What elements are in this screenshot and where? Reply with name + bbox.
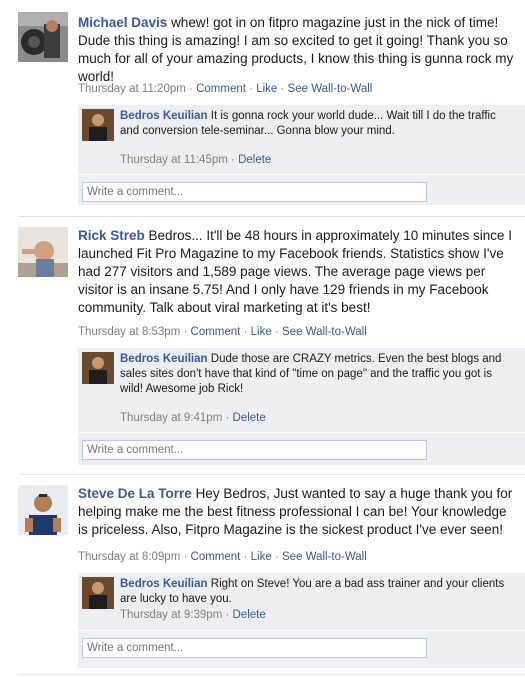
like-link[interactable]: Like [256,83,277,95]
divider [18,474,525,475]
separator: · [243,551,248,563]
comment-input[interactable]: Write a comment... [82,182,427,202]
avatar[interactable] [18,12,68,62]
post-timestamp: Thursday at 8:09pm [78,551,181,563]
delete-link[interactable]: Delete [238,154,271,166]
divider [78,432,525,433]
post-text: Rick Streb Bedros... It'll be 48 hours i… [78,227,518,317]
comment-input[interactable]: Write a comment... [82,638,427,658]
post-timestamp: Thursday at 11:20pm [78,83,186,95]
reply-author[interactable]: Bedros Keuilian [120,353,208,365]
post-author[interactable]: Steve De La Torre [78,486,192,501]
post-text: Steve De La Torre Hey Bedros, Just wante… [78,485,518,539]
reply-text: Bedros Keuilian It is gonna rock your wo… [120,109,514,139]
reply-author[interactable]: Bedros Keuilian [120,578,208,590]
separator: · [183,326,188,338]
comment-link[interactable]: Comment [191,551,241,563]
commenter-avatar[interactable] [82,352,114,384]
comment-link[interactable]: Comment [191,326,241,338]
reply-meta: Thursday at 9:39pm · Delete [120,609,266,621]
separator: · [274,326,279,338]
separator: · [189,83,193,95]
reply-text: Bedros Keuilian Right on Steve! You are … [120,577,514,607]
post-meta: Thursday at 11:20pm · Comment · Like · S… [78,83,372,95]
wall-to-wall-link[interactable]: See Wall-to-Wall [288,83,373,95]
reply-author[interactable]: Bedros Keuilian [120,110,208,122]
comment-section: Bedros Keuilian Dude those are CRAZY met… [78,348,525,465]
post-author[interactable]: Rick Streb [78,228,145,243]
separator: · [231,154,235,166]
avatar[interactable] [18,227,68,277]
separator: · [243,326,248,338]
reply-timestamp: Thursday at 9:39pm [120,609,223,621]
wall-to-wall-link[interactable]: See Wall-to-Wall [282,326,367,338]
post-meta: Thursday at 8:53pm · Comment · Like · Se… [78,326,367,338]
separator: · [225,412,230,424]
like-link[interactable]: Like [251,551,272,563]
post-text: Michael Davis whew! got in on fitpro mag… [78,14,518,86]
divider [18,216,525,217]
comment-section: Bedros Keuilian Right on Steve! You are … [78,573,525,668]
reply-timestamp: Thursday at 11:45pm [120,154,228,166]
separator: · [183,551,188,563]
like-link[interactable]: Like [251,326,272,338]
reply-meta: Thursday at 9:41pm · Delete [120,412,266,424]
separator: · [249,83,253,95]
comment-link[interactable]: Comment [196,83,246,95]
separator: · [225,609,230,621]
reply-meta: Thursday at 11:45pm · Delete [120,154,271,166]
post-author[interactable]: Michael Davis [78,15,167,30]
delete-link[interactable]: Delete [233,609,266,621]
post-meta: Thursday at 8:09pm · Comment · Like · Se… [78,551,367,563]
comment-input[interactable]: Write a comment... [82,440,427,460]
divider [78,174,525,175]
separator: · [274,551,279,563]
post-timestamp: Thursday at 8:53pm [78,326,181,338]
commenter-avatar[interactable] [82,109,114,141]
divider [78,630,525,631]
reply-timestamp: Thursday at 9:41pm [120,412,223,424]
divider [18,674,525,675]
delete-link[interactable]: Delete [233,412,266,424]
reply-text: Bedros Keuilian Dude those are CRAZY met… [120,352,514,397]
comment-section: Bedros Keuilian It is gonna rock your wo… [78,105,525,205]
separator: · [280,83,285,95]
wall-to-wall-link[interactable]: See Wall-to-Wall [282,551,367,563]
commenter-avatar[interactable] [82,577,114,609]
avatar[interactable] [18,485,68,535]
